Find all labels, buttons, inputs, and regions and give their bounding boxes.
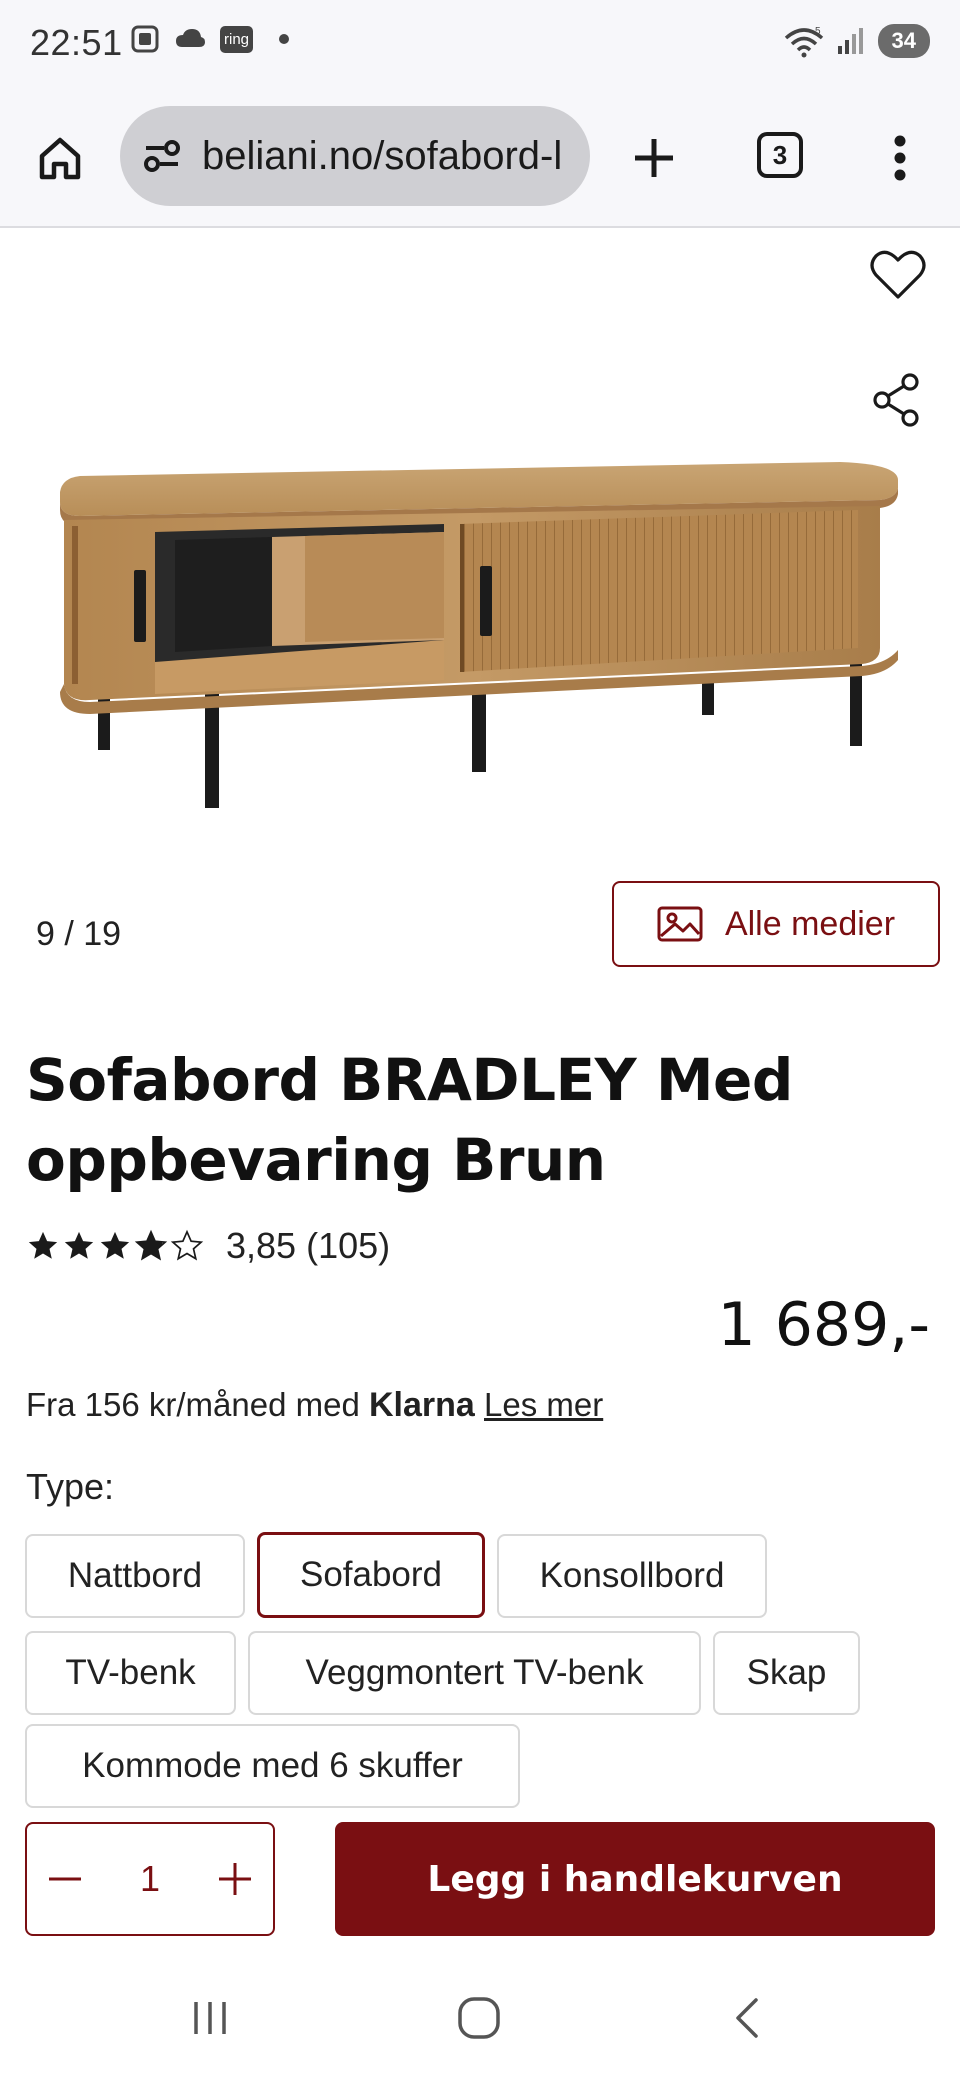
new-tab-button[interactable] (624, 128, 684, 188)
type-option-nattbord[interactable]: Nattbord (25, 1534, 245, 1618)
browser-toolbar: beliani.no/sofabord-l 3 (0, 92, 960, 228)
increase-quantity-button[interactable] (215, 1859, 255, 1899)
type-option-skap[interactable]: Skap (713, 1631, 860, 1715)
star-empty-icon (170, 1229, 204, 1261)
home-button[interactable] (30, 128, 90, 188)
battery-indicator: 34 (877, 24, 930, 58)
type-option-tv-benk[interactable]: TV-benk (25, 1631, 236, 1715)
recent-apps-button[interactable] (180, 1988, 240, 2048)
url-text: beliani.no/sofabord-l (202, 133, 563, 178)
address-bar[interactable]: beliani.no/sofabord-l (120, 106, 590, 206)
klarna-financing: Fra 156 kr/måned med Klarna Les mer (26, 1386, 603, 1425)
ring-app-icon: ring (220, 25, 254, 53)
product-image-coffee-table[interactable] (50, 440, 910, 820)
back-nav-button[interactable] (718, 1988, 778, 2048)
all-media-label: Alle medier (724, 904, 896, 943)
rating-count: (105) (306, 1225, 391, 1266)
klarna-logo: Klarna (369, 1386, 475, 1424)
status-bar: 22:51 ring 5 34 (0, 0, 960, 92)
image-gallery-icon (657, 906, 703, 942)
type-option-konsollbord[interactable]: Konsollbord (497, 1534, 767, 1618)
klarna-text: Fra 156 kr/måned med (26, 1386, 360, 1423)
status-notification-icons: ring (130, 24, 290, 54)
wifi-icon: 5 (784, 26, 823, 58)
recent-apps-icon (194, 2002, 226, 2034)
all-media-button[interactable]: Alle medier (612, 881, 940, 967)
gallery-counter: 9 / 19 (36, 915, 122, 953)
star-full-icon (28, 1231, 58, 1259)
status-time: 22:51 (30, 22, 123, 63)
wifi-generation-label: 5 (815, 26, 821, 37)
cloud-icon (176, 29, 205, 47)
system-navigation-bar (0, 1960, 960, 2080)
browser-menu-button[interactable] (880, 128, 920, 188)
quantity-stepper: 1 (25, 1822, 275, 1936)
share-icon[interactable] (870, 372, 926, 428)
type-option-kommode-med-6-skuffer[interactable]: Kommode med 6 skuffer (25, 1724, 520, 1808)
more-notifications-dot (279, 34, 290, 44)
decrease-quantity-button[interactable] (45, 1859, 85, 1899)
type-label: Type: (26, 1466, 115, 1507)
star-partial-icon (134, 1229, 168, 1261)
home-icon (39, 137, 81, 180)
rating-value: 3,85 (226, 1225, 297, 1266)
home-nav-button[interactable] (449, 1988, 509, 2048)
rating-stars (26, 1229, 204, 1263)
favorite-heart-icon[interactable] (868, 245, 928, 305)
star-full-icon (100, 1231, 130, 1259)
plus-icon (219, 1863, 251, 1895)
product-title: Sofabord BRADLEY Med oppbevaring Brun (26, 1046, 793, 1194)
star-full-icon (64, 1231, 94, 1259)
site-settings-icon[interactable] (140, 134, 184, 178)
screenshot-icon (131, 25, 159, 53)
product-price: 1 689,- (717, 1290, 931, 1360)
tab-switcher-button[interactable]: 3 (757, 132, 803, 178)
add-to-cart-button[interactable]: Legg i handlekurven (335, 1822, 935, 1936)
home-circle-icon (458, 1997, 500, 2039)
signal-icon (837, 28, 863, 54)
quantity-value[interactable]: 1 (140, 1858, 160, 1900)
status-system-icons: 5 34 (782, 24, 930, 58)
type-option-veggmontert-tv-benk[interactable]: Veggmontert TV-benk (248, 1631, 701, 1715)
add-to-cart-label: Legg i handlekurven (427, 1858, 843, 1900)
minus-icon (49, 1877, 81, 1881)
plus-icon (635, 139, 673, 177)
back-chevron-icon (736, 1998, 758, 2038)
more-vertical-icon (894, 135, 906, 181)
type-option-sofabord[interactable]: Sofabord (257, 1532, 485, 1618)
product-rating[interactable]: 3,85 (105) (26, 1225, 390, 1267)
klarna-read-more-link[interactable]: Les mer (484, 1386, 603, 1423)
